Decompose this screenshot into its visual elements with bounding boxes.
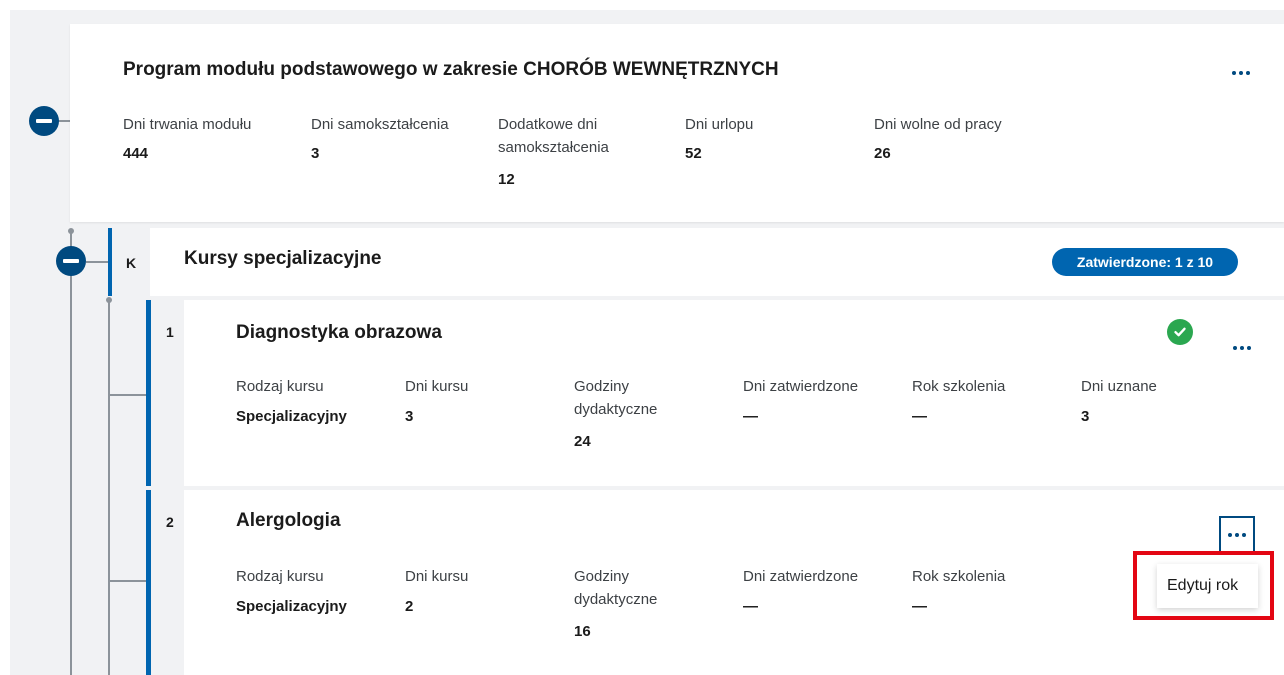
- course-number: 2: [166, 514, 174, 530]
- tree-line: [58, 120, 70, 122]
- collapse-section-button[interactable]: [56, 246, 86, 276]
- field-value: 2: [405, 598, 414, 615]
- tree-node-dot: [68, 228, 74, 234]
- stat-label: Dni samokształcenia: [311, 116, 449, 133]
- course-card: 2 Alergologia Rodzaj kursu Specjalizacyj…: [146, 490, 1284, 675]
- tree-line: [108, 394, 146, 396]
- section-title: Kursy specjalizacyjne: [184, 248, 382, 269]
- field-label: Dni zatwierdzone: [743, 568, 859, 585]
- collapse-module-button[interactable]: [29, 106, 59, 136]
- module-title: Program modułu podstawowego w zakresie C…: [123, 59, 779, 80]
- field-value: 3: [405, 408, 414, 425]
- field-label: Godziny dydaktyczne: [574, 568, 658, 608]
- field-label: Rodzaj kursu: [236, 568, 324, 585]
- field-label: Dni kursu: [405, 378, 469, 395]
- stat-value: 444: [123, 145, 149, 162]
- field-value: 3: [1081, 408, 1090, 425]
- stat-label: Dni trwania modułu: [123, 116, 252, 133]
- field-label: Rok szkolenia: [912, 378, 1006, 395]
- edit-year-menu-item[interactable]: Edytuj rok: [1157, 564, 1258, 608]
- tree-line: [86, 261, 108, 263]
- course-more-button[interactable]: [1219, 516, 1255, 554]
- field-value: —: [743, 598, 758, 615]
- check-circle-icon: [1167, 319, 1193, 345]
- stat-value: 52: [685, 145, 702, 162]
- stat-label: Dni urlopu: [685, 116, 754, 133]
- section-letter: K: [126, 255, 137, 271]
- field-value: Specjalizacyjny: [236, 598, 347, 615]
- module-card: Program modułu podstawowego w zakresie C…: [70, 24, 1284, 222]
- minus-icon: [63, 259, 79, 263]
- tree-line: [108, 300, 110, 675]
- course-number: 1: [166, 324, 174, 340]
- field-label: Rok szkolenia: [912, 568, 1006, 585]
- more-icon: [1228, 533, 1232, 537]
- course-title: Alergologia: [236, 510, 341, 531]
- stat-label: Dodatkowe dni samokształcenia: [498, 116, 609, 156]
- more-icon: [1232, 71, 1236, 75]
- minus-icon: [36, 119, 52, 123]
- field-label: Dni uznane: [1081, 378, 1157, 395]
- approved-badge: Zatwierdzone: 1 z 10: [1052, 248, 1238, 276]
- field-label: Godziny dydaktyczne: [574, 378, 658, 418]
- course-more-button[interactable]: [1227, 335, 1257, 361]
- stat-value: 26: [874, 145, 891, 162]
- field-value: 16: [574, 623, 591, 640]
- tree-node-dot: [106, 297, 112, 303]
- field-value: —: [912, 598, 927, 615]
- field-value: —: [743, 408, 758, 425]
- stat-value: 12: [498, 171, 515, 188]
- field-label: Dni zatwierdzone: [743, 378, 859, 395]
- field-label: Dni kursu: [405, 568, 469, 585]
- tree-line: [108, 580, 146, 582]
- stat-value: 3: [311, 145, 320, 162]
- field-label: Rodzaj kursu: [236, 378, 324, 395]
- more-icon: [1233, 346, 1237, 350]
- module-more-button[interactable]: [1226, 60, 1256, 86]
- course-title: Diagnostyka obrazowa: [236, 322, 442, 343]
- section-card: K Kursy specjalizacyjne Zatwierdzone: 1 …: [108, 228, 1284, 296]
- field-value: 24: [574, 433, 591, 450]
- course-card: 1 Diagnostyka obrazowa Rodzaj kursu Spec…: [146, 300, 1284, 486]
- stat-label: Dni wolne od pracy: [874, 116, 1002, 133]
- field-value: —: [912, 408, 927, 425]
- tree-line: [70, 232, 72, 675]
- field-value: Specjalizacyjny: [236, 408, 347, 425]
